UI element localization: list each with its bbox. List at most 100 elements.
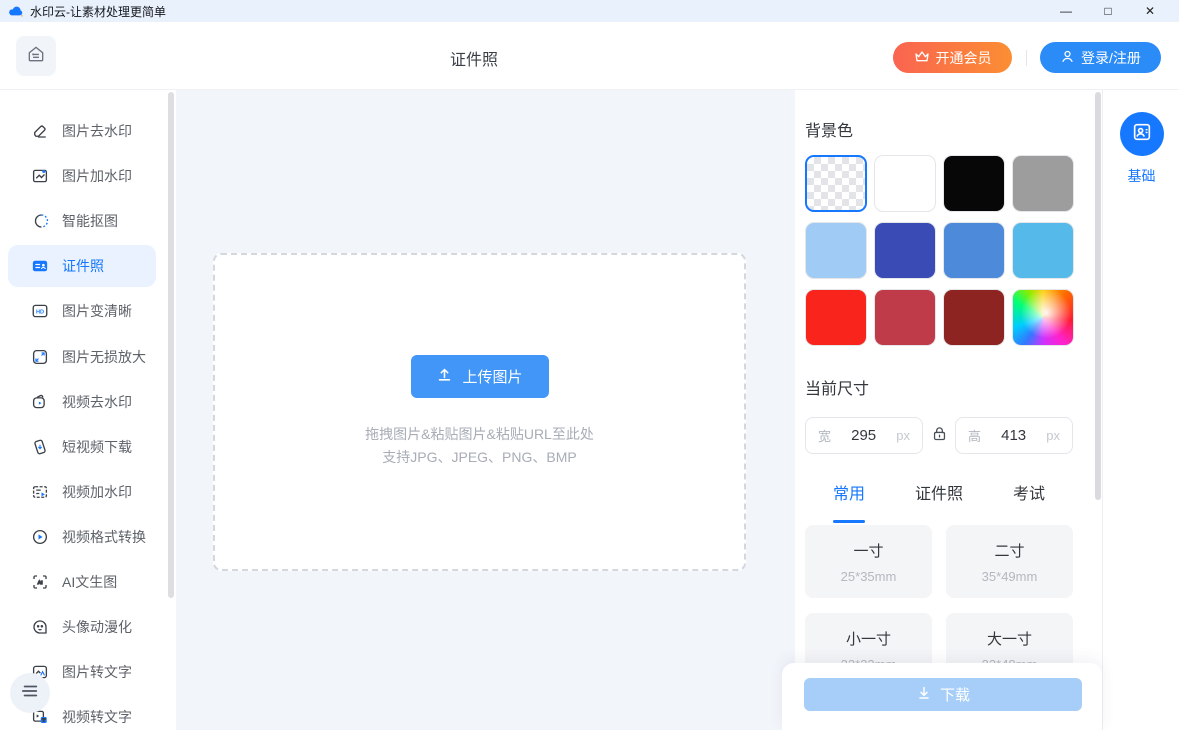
eraser-icon: [30, 122, 49, 141]
swatch-transparent[interactable]: [805, 155, 867, 212]
sidebar-item-label: 头像动漫化: [62, 617, 132, 637]
sidebar-item-label: 图片去水印: [62, 121, 132, 141]
download-bar: 下载: [782, 663, 1102, 730]
sidebar-item-avatar-cartoonize[interactable]: 头像动漫化: [8, 606, 156, 648]
sidebar-scrollbar[interactable]: [168, 92, 174, 598]
tab-id-photo[interactable]: 证件照: [915, 475, 963, 515]
svg-text:T: T: [42, 718, 45, 724]
tab-common[interactable]: 常用: [833, 475, 865, 515]
home-icon: [26, 44, 46, 69]
sidebar-item-image-watermark-remove[interactable]: 图片去水印: [8, 110, 156, 152]
svg-text:AI: AI: [37, 580, 43, 586]
size-category-tabs: 常用 证件照 考试: [805, 475, 1073, 515]
sidebar-item-label: 图片变清晰: [62, 301, 132, 321]
upload-icon: [436, 366, 453, 387]
crown-icon: [914, 49, 930, 66]
upload-button-label: 上传图片: [462, 366, 522, 387]
height-value: 413: [1001, 427, 1026, 444]
swatch-light-blue[interactable]: [805, 222, 867, 279]
panel-scrollbar[interactable]: [1095, 92, 1101, 500]
sidebar-item-image-watermark-add[interactable]: 图片加水印: [8, 155, 156, 197]
sidebar-item-image-enhance[interactable]: HD 图片变清晰: [8, 290, 156, 332]
swatch-white[interactable]: [874, 155, 936, 212]
basic-mode-label[interactable]: 基础: [1103, 166, 1179, 186]
download-button[interactable]: 下载: [804, 678, 1082, 711]
size-preset-name: 一寸: [805, 540, 932, 561]
vip-button[interactable]: 开通会员: [893, 42, 1012, 73]
width-value: 295: [851, 427, 876, 444]
svg-text:HD: HD: [35, 310, 43, 316]
size-preset-dim: 25*35mm: [805, 569, 932, 584]
swatch-sky-blue[interactable]: [1012, 222, 1074, 279]
background-color-title: 背景色: [805, 117, 853, 141]
header-divider: [1026, 50, 1027, 66]
menu-fab-button[interactable]: [10, 673, 50, 713]
minimize-button[interactable]: —: [1045, 0, 1087, 22]
sidebar-item-label: 视频转文字: [62, 707, 132, 727]
main-content: 上传图片 拖拽图片&粘贴图片&粘贴URL至此处 支持JPG、JPEG、PNG、B…: [176, 90, 795, 730]
video-add-icon: [30, 483, 49, 502]
swatch-crimson[interactable]: [874, 289, 936, 346]
enlarge-icon: [30, 348, 49, 367]
sidebar-item-short-video-download[interactable]: 短视频下载: [8, 426, 156, 468]
phone-download-icon: [30, 438, 49, 457]
sidebar-item-label: 短视频下载: [62, 437, 132, 457]
window-controls: — □ ✕: [1045, 0, 1171, 22]
dimension-row: 宽 295 px 高 413 px: [805, 417, 1073, 454]
vip-button-label: 开通会员: [936, 48, 992, 68]
swatch-dark-red[interactable]: [943, 289, 1005, 346]
sidebar-item-label: 证件照: [62, 256, 104, 276]
id-card-icon: [30, 257, 49, 276]
close-button[interactable]: ✕: [1129, 0, 1171, 22]
ai-generate-icon: AI: [30, 573, 49, 592]
login-button-label: 登录/注册: [1081, 48, 1141, 68]
sidebar-item-label: 视频格式转换: [62, 527, 146, 547]
sidebar-item-label: AI文生图: [62, 572, 117, 592]
sidebar-item-video-format-convert[interactable]: 视频格式转换: [8, 516, 156, 558]
sidebar-item-id-photo[interactable]: 证件照: [8, 245, 156, 287]
id-photo-frame-icon: [1131, 121, 1153, 148]
basic-mode-button[interactable]: [1120, 112, 1164, 156]
size-preset-2inch[interactable]: 二寸 35*49mm: [946, 525, 1073, 598]
app-logo-cloud-icon: [8, 4, 24, 18]
right-rail: 基础: [1102, 90, 1179, 730]
swatch-custom-color-picker[interactable]: [1012, 289, 1074, 346]
sidebar-item-label: 视频去水印: [62, 392, 132, 412]
sidebar: 图片去水印 图片加水印 智能抠图 证件照 HD 图片变清晰 图片无损放大 视频去…: [0, 90, 176, 730]
swatch-red[interactable]: [805, 289, 867, 346]
upload-hint-line2: 支持JPG、JPEG、PNG、BMP: [365, 446, 594, 469]
swatch-blue[interactable]: [943, 222, 1005, 279]
width-input[interactable]: 宽 295 px: [805, 417, 923, 454]
height-input[interactable]: 高 413 px: [955, 417, 1073, 454]
upload-dropzone[interactable]: 上传图片 拖拽图片&粘贴图片&粘贴URL至此处 支持JPG、JPEG、PNG、B…: [213, 253, 746, 571]
page-title: 证件照: [374, 46, 574, 70]
aspect-lock-button[interactable]: [923, 425, 955, 447]
cutout-icon: [30, 212, 49, 231]
current-size-title: 当前尺寸: [805, 375, 869, 399]
background-swatch-grid: [805, 155, 1074, 346]
swatch-black[interactable]: [943, 155, 1005, 212]
sidebar-item-label: 图片转文字: [62, 662, 132, 682]
size-preset-1inch[interactable]: 一寸 25*35mm: [805, 525, 932, 598]
swatch-gray[interactable]: [1012, 155, 1074, 212]
hd-icon: HD: [30, 302, 49, 321]
download-icon: [916, 685, 932, 705]
home-button[interactable]: [16, 36, 56, 76]
video-convert-icon: [30, 528, 49, 547]
tab-exam[interactable]: 考试: [1013, 475, 1045, 515]
sidebar-item-image-upscale[interactable]: 图片无损放大: [8, 336, 156, 378]
maximize-button[interactable]: □: [1087, 0, 1129, 22]
sidebar-item-label: 智能抠图: [62, 211, 118, 231]
sidebar-item-video-watermark-add[interactable]: 视频加水印: [8, 471, 156, 513]
sidebar-item-video-watermark-remove[interactable]: 视频去水印: [8, 381, 156, 423]
swatch-dark-blue[interactable]: [874, 222, 936, 279]
upload-image-button[interactable]: 上传图片: [411, 355, 549, 398]
sidebar-item-ai-text-to-image[interactable]: AI AI文生图: [8, 561, 156, 603]
user-icon: [1060, 49, 1075, 67]
login-register-button[interactable]: 登录/注册: [1040, 42, 1161, 73]
sidebar-item-smart-cutout[interactable]: 智能抠图: [8, 200, 156, 242]
size-preset-name: 大一寸: [946, 628, 1073, 649]
lock-icon: [931, 425, 948, 447]
video-eraser-icon: [30, 393, 49, 412]
sidebar-item-label: 视频加水印: [62, 482, 132, 502]
